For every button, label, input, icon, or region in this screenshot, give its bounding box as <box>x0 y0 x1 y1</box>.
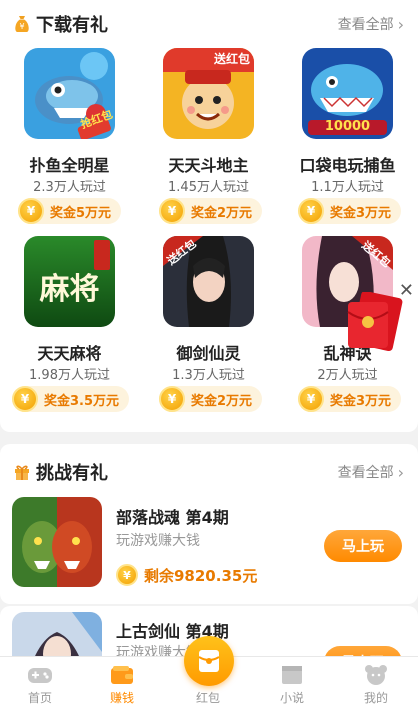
game-thumbnail: 抢红包 <box>24 48 115 139</box>
tab-label: 赚钱 <box>109 691 134 705</box>
floating-red-packet-icon[interactable] <box>346 292 404 352</box>
tab-home[interactable]: 首页 <box>0 656 80 714</box>
game-player-count: 1.98万人玩过 <box>29 368 110 383</box>
challenge-thumbnail <box>12 497 102 587</box>
coin-icon: ¥ <box>159 386 185 412</box>
thumb-badge: 10000 <box>324 119 371 134</box>
challenge-title: 部落战魂 第4期 <box>116 508 229 527</box>
challenge-section-title: 挑战有礼 <box>36 463 108 484</box>
svg-text:¥: ¥ <box>19 22 24 31</box>
game-player-count: 2万人玩过 <box>317 368 378 383</box>
see-all-label: 查看全部 <box>337 465 394 481</box>
game-name: 口袋电玩捕鱼 <box>299 156 396 175</box>
game-thumbnail: 麻将 <box>24 236 115 327</box>
remaining-amount: 剩余9820.35元 <box>144 566 258 585</box>
reward-badge: ¥ 奖金3万元 <box>298 198 402 224</box>
see-all-label: 查看全部 <box>337 17 394 33</box>
play-now-button[interactable]: 马上玩 <box>324 530 402 562</box>
download-section-header: ¥ 下载有礼 查看全部 › <box>0 2 418 46</box>
thumb-badge: 送红包 <box>213 52 250 66</box>
game-card-koudai-buyu[interactable]: 10000 口袋电玩捕鱼 1.1万人玩过 ¥ 奖金3万元 <box>278 48 417 238</box>
tab-label: 红包 <box>195 691 220 705</box>
coin-icon: ¥ <box>298 198 324 224</box>
challenge-section-header: 挑战有礼 查看全部 › <box>0 450 418 494</box>
reward-amount: 奖金3万元 <box>330 205 392 221</box>
tab-label: 首页 <box>27 691 52 705</box>
reward-badge: ¥ 奖金3万元 <box>298 386 402 412</box>
challenge-section: 挑战有礼 查看全部 › 部落战魂 第4期 玩游戏赚大钱 ¥ 剩余9820.35元… <box>0 444 418 604</box>
red-packet-icon <box>198 650 220 672</box>
reward-badge: ¥ 奖金2万元 <box>159 386 263 412</box>
reward-badge: ¥ 奖金5万元 <box>18 198 122 224</box>
bear-icon <box>365 665 387 685</box>
download-section-title: 下载有礼 <box>36 15 108 36</box>
tab-mine[interactable]: 我的 <box>336 656 416 714</box>
thumb-badge: 麻将 <box>39 272 100 307</box>
tab-label: 小说 <box>279 691 304 705</box>
game-thumbnail: 10000 <box>302 48 393 139</box>
download-section: ¥ 下载有礼 查看全部 › 抢红包 扑鱼全明星 2.3万人玩过 ¥ 奖金5万元 … <box>0 0 418 432</box>
coin-icon: ¥ <box>12 386 38 412</box>
game-name: 天天斗地主 <box>168 156 249 175</box>
game-player-count: 1.1万人玩过 <box>311 180 384 195</box>
challenge-remaining: ¥ 剩余9820.35元 <box>116 564 257 586</box>
chevron-right-icon: › <box>397 14 404 34</box>
coin-icon: ¥ <box>159 198 185 224</box>
challenge-see-all-link[interactable]: 查看全部 › <box>338 462 404 482</box>
book-icon <box>282 666 302 684</box>
money-bag-icon: ¥ <box>15 16 29 32</box>
reward-badge: ¥ 奖金3.5万元 <box>12 386 130 412</box>
reward-amount: 奖金2万元 <box>191 393 253 409</box>
tab-label: 我的 <box>363 691 388 705</box>
reward-amount: 奖金5万元 <box>50 205 112 221</box>
coin-icon: ¥ <box>116 564 138 586</box>
game-name: 天天麻将 <box>37 344 102 363</box>
game-player-count: 1.3万人玩过 <box>172 368 245 383</box>
tab-earn[interactable]: 赚钱 <box>82 656 162 714</box>
game-card-buyu-allstar[interactable]: 抢红包 扑鱼全明星 2.3万人玩过 ¥ 奖金5万元 <box>0 48 139 238</box>
game-card-doudizhu[interactable]: 送红包 天天斗地主 1.45万人玩过 ¥ 奖金2万元 <box>139 48 278 238</box>
game-player-count: 1.45万人玩过 <box>168 180 249 195</box>
gamepad-icon <box>28 668 52 683</box>
game-name: 扑鱼全明星 <box>29 156 110 175</box>
reward-amount: 奖金3.5万元 <box>44 393 120 409</box>
game-thumbnail: 送红包 <box>163 236 254 327</box>
game-player-count: 2.3万人玩过 <box>33 180 106 195</box>
game-name: 御剑仙灵 <box>176 344 241 363</box>
tab-novel[interactable]: 小说 <box>252 656 332 714</box>
game-thumbnail: 送红包 <box>163 48 254 139</box>
wallet-icon <box>111 666 133 684</box>
download-see-all-link[interactable]: 查看全部 › <box>338 14 404 34</box>
coin-icon: ¥ <box>298 386 324 412</box>
coin-icon: ¥ <box>18 198 44 224</box>
game-card-tiantian-majiang[interactable]: 麻将 天天麻将 1.98万人玩过 ¥ 奖金3.5万元 <box>0 236 139 426</box>
reward-amount: 奖金2万元 <box>191 205 253 221</box>
reward-amount: 奖金3万元 <box>330 393 392 409</box>
challenge-subtitle: 玩游戏赚大钱 <box>116 533 200 549</box>
red-packet-center-button[interactable] <box>184 636 234 686</box>
game-card-yujian-xianling[interactable]: 送红包 御剑仙灵 1.3万人玩过 ¥ 奖金2万元 <box>139 236 278 426</box>
gift-icon <box>15 465 29 480</box>
chevron-right-icon: › <box>397 462 404 482</box>
reward-badge: ¥ 奖金2万元 <box>159 198 263 224</box>
